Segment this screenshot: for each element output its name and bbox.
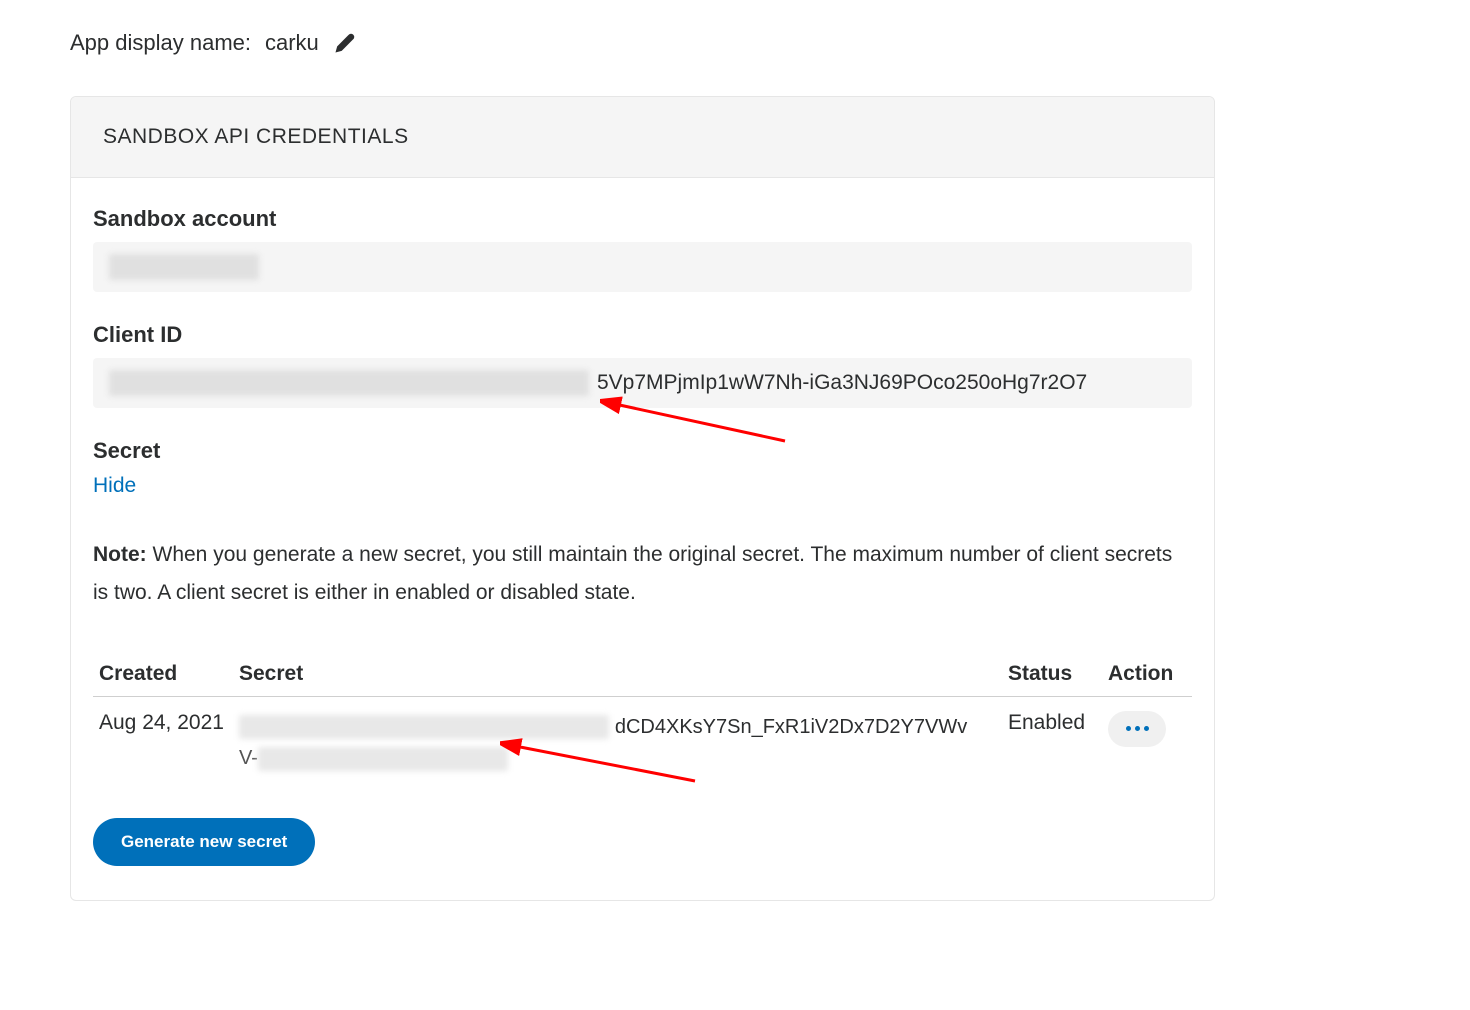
generate-new-secret-button[interactable]: Generate new secret (93, 818, 315, 866)
table-row: Aug 24, 2021 dCD4XKsY7Sn_FxR1iV2Dx7D2Y7V… (93, 696, 1192, 788)
card-body: Sandbox account Client ID 5Vp7MPjmIp1wW7… (71, 178, 1214, 900)
note-text: Note: When you generate a new secret, yo… (93, 536, 1192, 612)
column-header-action: Action (1102, 654, 1192, 697)
secret-visible-text: dCD4XKsY7Sn_FxR1iV2Dx7D2Y7VWv (615, 716, 967, 738)
column-header-secret: Secret (233, 654, 1002, 697)
ellipsis-icon (1144, 726, 1149, 731)
secrets-table: Created Secret Status Action Aug 24, 202… (93, 654, 1192, 788)
note-label: Note: (93, 543, 147, 566)
table-header-row: Created Secret Status Action (93, 654, 1192, 697)
client-id-label: Client ID (93, 322, 1192, 348)
sandbox-account-value (93, 242, 1192, 292)
app-display-name-value: carku (265, 30, 319, 56)
sandbox-account-label: Sandbox account (93, 206, 1192, 232)
edit-app-name-button[interactable] (333, 31, 357, 55)
client-id-value: 5Vp7MPjmIp1wW7Nh-iGa3NJ69POco250oHg7r2O7 (93, 358, 1192, 408)
column-header-created: Created (93, 654, 233, 697)
created-cell: Aug 24, 2021 (93, 696, 233, 788)
app-name-row: App display name: carku (70, 30, 1400, 56)
card-header: SANDBOX API CREDENTIALS (71, 97, 1214, 178)
column-header-status: Status (1002, 654, 1102, 697)
card-header-title: SANDBOX API CREDENTIALS (103, 125, 1182, 149)
pencil-icon (335, 33, 355, 53)
secret-cell: dCD4XKsY7Sn_FxR1iV2Dx7D2Y7VWv V- (233, 696, 1002, 788)
hide-secret-link[interactable]: Hide (93, 474, 136, 498)
redacted-content (109, 254, 259, 280)
credentials-card: SANDBOX API CREDENTIALS Sandbox account … (70, 96, 1215, 901)
redacted-content (109, 370, 589, 396)
ellipsis-icon (1135, 726, 1140, 731)
row-actions-button[interactable] (1108, 711, 1166, 747)
client-id-visible-text: 5Vp7MPjmIp1wW7Nh-iGa3NJ69POco250oHg7r2O7 (597, 371, 1087, 395)
secret-visible-prefix: V- (239, 747, 258, 769)
redacted-content (239, 715, 609, 739)
redacted-content (258, 747, 508, 771)
action-cell (1102, 696, 1192, 788)
ellipsis-icon (1126, 726, 1131, 731)
app-display-name-label: App display name: (70, 30, 251, 56)
status-cell: Enabled (1002, 696, 1102, 788)
secret-label: Secret (93, 438, 1192, 464)
note-body: When you generate a new secret, you stil… (93, 543, 1172, 604)
